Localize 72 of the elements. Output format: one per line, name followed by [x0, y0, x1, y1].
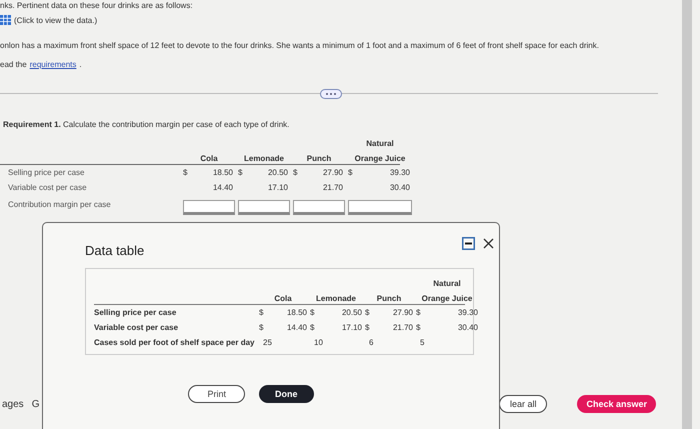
check-answer-button[interactable]: Check answer [577, 395, 656, 413]
row-label: Selling price per case [7, 168, 86, 177]
column-header: Lemonade [244, 154, 284, 163]
currency-sign: $ [365, 323, 370, 332]
row-label: Variable cost per case [7, 183, 88, 192]
currency-sign: $ [310, 323, 314, 332]
table-cell: 30.40 [458, 323, 478, 332]
answer-field[interactable] [348, 200, 412, 215]
row-label: Cases sold per foot of shelf space per day [94, 338, 256, 347]
table-cell: 20.50 [342, 308, 362, 317]
table-cell: 27.90 [322, 168, 343, 177]
print-button[interactable]: Print [188, 385, 245, 403]
table-cell: 10 [314, 338, 323, 347]
column-header: Natural [433, 279, 461, 288]
expand-button[interactable] [320, 89, 342, 99]
column-header: Natural [366, 139, 394, 148]
column-header: Cola [274, 294, 292, 303]
clear-all-button[interactable]: lear all [498, 395, 548, 413]
close-icon[interactable] [483, 238, 494, 249]
currency-sign: $ [365, 308, 370, 317]
done-button[interactable]: Done [259, 385, 314, 403]
currency-sign: $ [348, 168, 352, 177]
table-cell: 27.90 [392, 308, 413, 317]
answer-field[interactable] [293, 200, 345, 215]
currency-sign: $ [416, 308, 420, 317]
table-cell: 17.10 [342, 323, 362, 332]
tab-label[interactable]: G [32, 398, 40, 410]
tab-label[interactable]: ages [2, 398, 24, 410]
table-cell: 30.40 [390, 183, 410, 192]
table-cell: 5 [420, 338, 424, 347]
currency-sign: $ [310, 308, 314, 317]
period-text: . [79, 60, 82, 69]
table-cell: 6 [369, 338, 374, 347]
currency-sign: $ [238, 168, 242, 177]
row-label: Variable cost per case [94, 323, 180, 332]
table-cell: 20.50 [268, 168, 288, 177]
currency-sign: $ [183, 168, 188, 177]
column-header: Punch [306, 154, 332, 163]
read-text: ead the [0, 60, 27, 69]
column-header: Lemonade [316, 294, 356, 303]
ellipsis-icon [324, 92, 338, 96]
row-label: Selling price per case [94, 308, 178, 317]
answer-field[interactable] [238, 200, 290, 215]
requirements-link[interactable]: requirements [30, 60, 76, 69]
table-cell: 39.30 [390, 168, 410, 177]
currency-sign: $ [259, 323, 264, 332]
data-link[interactable]: (Click to view the data.) [14, 16, 98, 24]
intro-text: nks. Pertinent data on these four drinks are as follows: [0, 0, 194, 10]
currency-sign: $ [259, 308, 264, 317]
table-icon[interactable] [0, 15, 11, 25]
column-header: Cola [200, 154, 218, 163]
table-cell: 14.40 [212, 183, 233, 192]
currency-sign: $ [416, 323, 420, 332]
row-label: Contribution margin per case [7, 200, 112, 211]
column-header: Punch [376, 294, 402, 303]
table-cell: 14.40 [286, 323, 307, 332]
scrollbar[interactable] [682, 0, 692, 429]
currency-sign: $ [293, 168, 298, 177]
table-cell: 18.50 [286, 308, 307, 317]
table-cell: 18.50 [212, 168, 233, 177]
answer-field[interactable] [183, 200, 235, 215]
table-cell: 25 [263, 338, 272, 347]
column-header: Orange Juice [354, 154, 406, 163]
table-cell: 21.70 [322, 183, 343, 192]
table-cell: 17.10 [268, 183, 288, 192]
requirement-text: Requirement 1. Calculate the contribution margin per case of each type of drink. [2, 120, 290, 129]
dialog-title: Data table [85, 243, 144, 258]
column-header: Orange Juice [422, 294, 472, 303]
table-cell: 21.70 [392, 323, 413, 332]
table-cell: 39.30 [458, 308, 478, 317]
problem-text: onlon has a maximum front shelf space of 12 feet to devote to the four drinks. She wants a minimum of 1 foot and a maximum of 6 feet of front shelf space for each drink. [0, 41, 600, 50]
minimize-icon[interactable] [462, 237, 475, 250]
